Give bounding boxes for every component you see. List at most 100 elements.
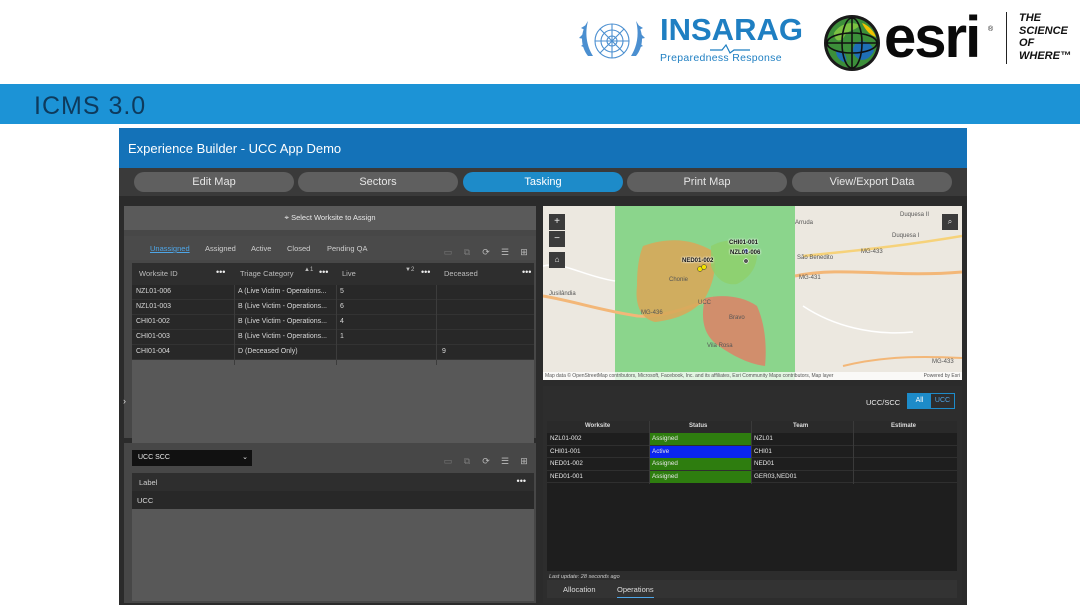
cell-worksite: NZL01-003	[136, 303, 172, 310]
grid-view-icon[interactable]: ⊞	[518, 455, 530, 467]
status-badge: Assigned	[652, 460, 678, 467]
zoom-out-button[interactable]: −	[549, 231, 565, 247]
sort-down-icon: ▼2	[405, 267, 415, 273]
col-status[interactable]: Status	[689, 423, 707, 429]
ucc-scc-dropdown[interactable]: UCC SCC ⌄	[132, 450, 252, 466]
table-row[interactable]: NZL01-002 Assigned NZL01	[547, 433, 957, 446]
home-button[interactable]: ⌂	[549, 252, 565, 268]
cell-worksite: CHI01-004	[136, 348, 170, 355]
nav-edit-map[interactable]: Edit Map	[134, 172, 294, 192]
table-row[interactable]: NZL01-006 A (Live Victim - Operations... 5	[132, 285, 534, 300]
table-row[interactable]: UCC	[132, 491, 534, 509]
nav-print-map[interactable]: Print Map	[627, 172, 787, 192]
cell-triage: A (Live Victim - Operations...	[238, 288, 327, 295]
cell-deceased: 9	[442, 348, 446, 355]
table-header: Worksite ID ••• Triage Category ▲1 ••• L…	[132, 263, 534, 285]
cell-live: 1	[340, 333, 344, 340]
refresh-icon[interactable]: ⟳	[480, 455, 492, 467]
col-menu-icon[interactable]: •••	[421, 267, 430, 277]
col-worksite[interactable]: Worksite	[585, 423, 610, 429]
map-label: MG-436	[641, 310, 663, 316]
sort-badge-1: 1	[309, 267, 314, 273]
nav-tasking[interactable]: Tasking	[463, 172, 623, 192]
select-worksite-button[interactable]: ⌖ Select Worksite to Assign	[124, 206, 536, 230]
attribution-text: Map data © OpenStreetMap contributors, M…	[545, 373, 834, 379]
table-row[interactable]: CHI01-001 Active CHI01	[547, 445, 957, 458]
status-cell: Assigned	[649, 470, 751, 483]
worksite-label[interactable]: NED01-002	[682, 258, 713, 264]
map-view[interactable]: + − ⌂ ⌕ Duquesa II Duquesa I São Benedit…	[543, 206, 962, 380]
cell-worksite: NZL01-006	[136, 288, 172, 295]
cell-team: CHI01	[754, 447, 772, 455]
status-tabs: Unassigned Assigned Active Closed Pendin…	[124, 236, 536, 260]
toggle-columns-icon[interactable]: ☰	[499, 246, 511, 258]
nav-view-export-data[interactable]: View/Export Data	[792, 172, 952, 192]
map-label: São Benedito	[797, 255, 834, 261]
insarag-logo: INSARAG Preparedness Response	[660, 14, 806, 70]
toggle-columns-icon[interactable]: ☰	[499, 455, 511, 467]
col-estimate[interactable]: Estimate	[891, 423, 916, 429]
status-badge: Assigned	[652, 435, 678, 442]
col-deceased[interactable]: Deceased	[444, 269, 478, 278]
col-triage-category[interactable]: Triage Category	[240, 269, 294, 278]
col-worksite-id[interactable]: Worksite ID	[139, 269, 178, 278]
cell-triage: D (Deceased Only)	[238, 348, 298, 355]
cell-triage: B (Live Victim - Operations...	[238, 333, 327, 340]
filter-all-button[interactable]: All	[908, 394, 931, 408]
table-row[interactable]: CHI01-004 D (Deceased Only) 9	[132, 345, 534, 360]
select-rows-icon[interactable]: ▭	[442, 246, 454, 258]
tab-unassigned[interactable]: Unassigned	[150, 244, 190, 253]
column-divider	[751, 421, 752, 484]
map-search-button[interactable]: ⌕	[942, 214, 958, 230]
presentation-slide: INSARAG Preparedness Response esri ® THE…	[0, 0, 1080, 609]
tab-pending-qa[interactable]: Pending QA	[327, 244, 367, 253]
table-row[interactable]: NZL01-003 B (Live Victim - Operations... 6	[132, 300, 534, 315]
map-label: MG-433	[861, 249, 883, 255]
table-row[interactable]: NED01-001 Assigned GER03,NED01	[547, 470, 957, 483]
zoom-in-button[interactable]: +	[549, 214, 565, 230]
worksite-label[interactable]: NZL01-006	[730, 250, 760, 256]
col-team[interactable]: Team	[793, 423, 808, 429]
column-divider	[234, 285, 235, 365]
nav-sectors[interactable]: Sectors	[298, 172, 458, 192]
cell-live: 4	[340, 318, 344, 325]
ucc-scc-filter-label: UCC/SCC	[866, 398, 901, 407]
expand-panel-icon[interactable]: ›	[123, 396, 131, 416]
status-cell: Assigned	[649, 433, 751, 445]
tab-allocation[interactable]: Allocation	[563, 585, 596, 594]
powered-by-esri[interactable]: Powered by Esri	[924, 372, 960, 380]
ucc-panel: UCC SCC ⌄ ▭ ⧉ ⟳ ☰ ⊞ Label ••• UCC	[124, 443, 536, 603]
col-menu-icon[interactable]: •••	[522, 267, 531, 277]
column-divider	[336, 285, 337, 365]
col-live[interactable]: Live	[342, 269, 356, 278]
ucc-table: Label ••• UCC	[132, 473, 534, 601]
col-menu-icon[interactable]: •••	[319, 267, 328, 277]
tab-operations[interactable]: Operations	[617, 585, 654, 598]
col-menu-icon[interactable]: •••	[517, 476, 526, 486]
ucc-table-header: Label •••	[132, 473, 534, 491]
cell-worksite: CHI01-003	[136, 333, 170, 340]
table-row[interactable]: CHI01-003 B (Live Victim - Operations... 1	[132, 330, 534, 345]
column-divider	[436, 285, 437, 365]
clear-selection-icon[interactable]: ⧉	[461, 246, 473, 258]
tab-active[interactable]: Active	[251, 244, 271, 253]
grid-view-icon[interactable]: ⊞	[518, 246, 530, 258]
map-label: MG-431	[799, 275, 821, 281]
slogan-line-2: SCIENCE	[1019, 24, 1068, 37]
filter-ucc-button[interactable]: UCC	[931, 394, 954, 408]
select-rows-icon[interactable]: ▭	[442, 455, 454, 467]
select-worksite-label: Select Worksite to Assign	[291, 213, 376, 222]
table-row[interactable]: CHI01-002 B (Live Victim - Operations... 4	[132, 315, 534, 330]
clear-selection-icon[interactable]: ⧉	[461, 455, 473, 467]
worksite-label[interactable]: CHI01-001	[729, 240, 758, 246]
col-label[interactable]: Label	[139, 478, 157, 487]
status-cell: Assigned	[649, 458, 751, 470]
map-label: Duquesa I	[892, 233, 920, 239]
app-header: Experience Builder - UCC App Demo	[119, 128, 967, 168]
tab-assigned[interactable]: Assigned	[205, 244, 236, 253]
refresh-icon[interactable]: ⟳	[480, 246, 492, 258]
table-body: NZL01-006 A (Live Victim - Operations... 5…	[132, 285, 534, 360]
tab-closed[interactable]: Closed	[287, 244, 310, 253]
col-menu-icon[interactable]: •••	[216, 267, 225, 277]
table-row[interactable]: NED01-002 Assigned NED01	[547, 458, 957, 471]
